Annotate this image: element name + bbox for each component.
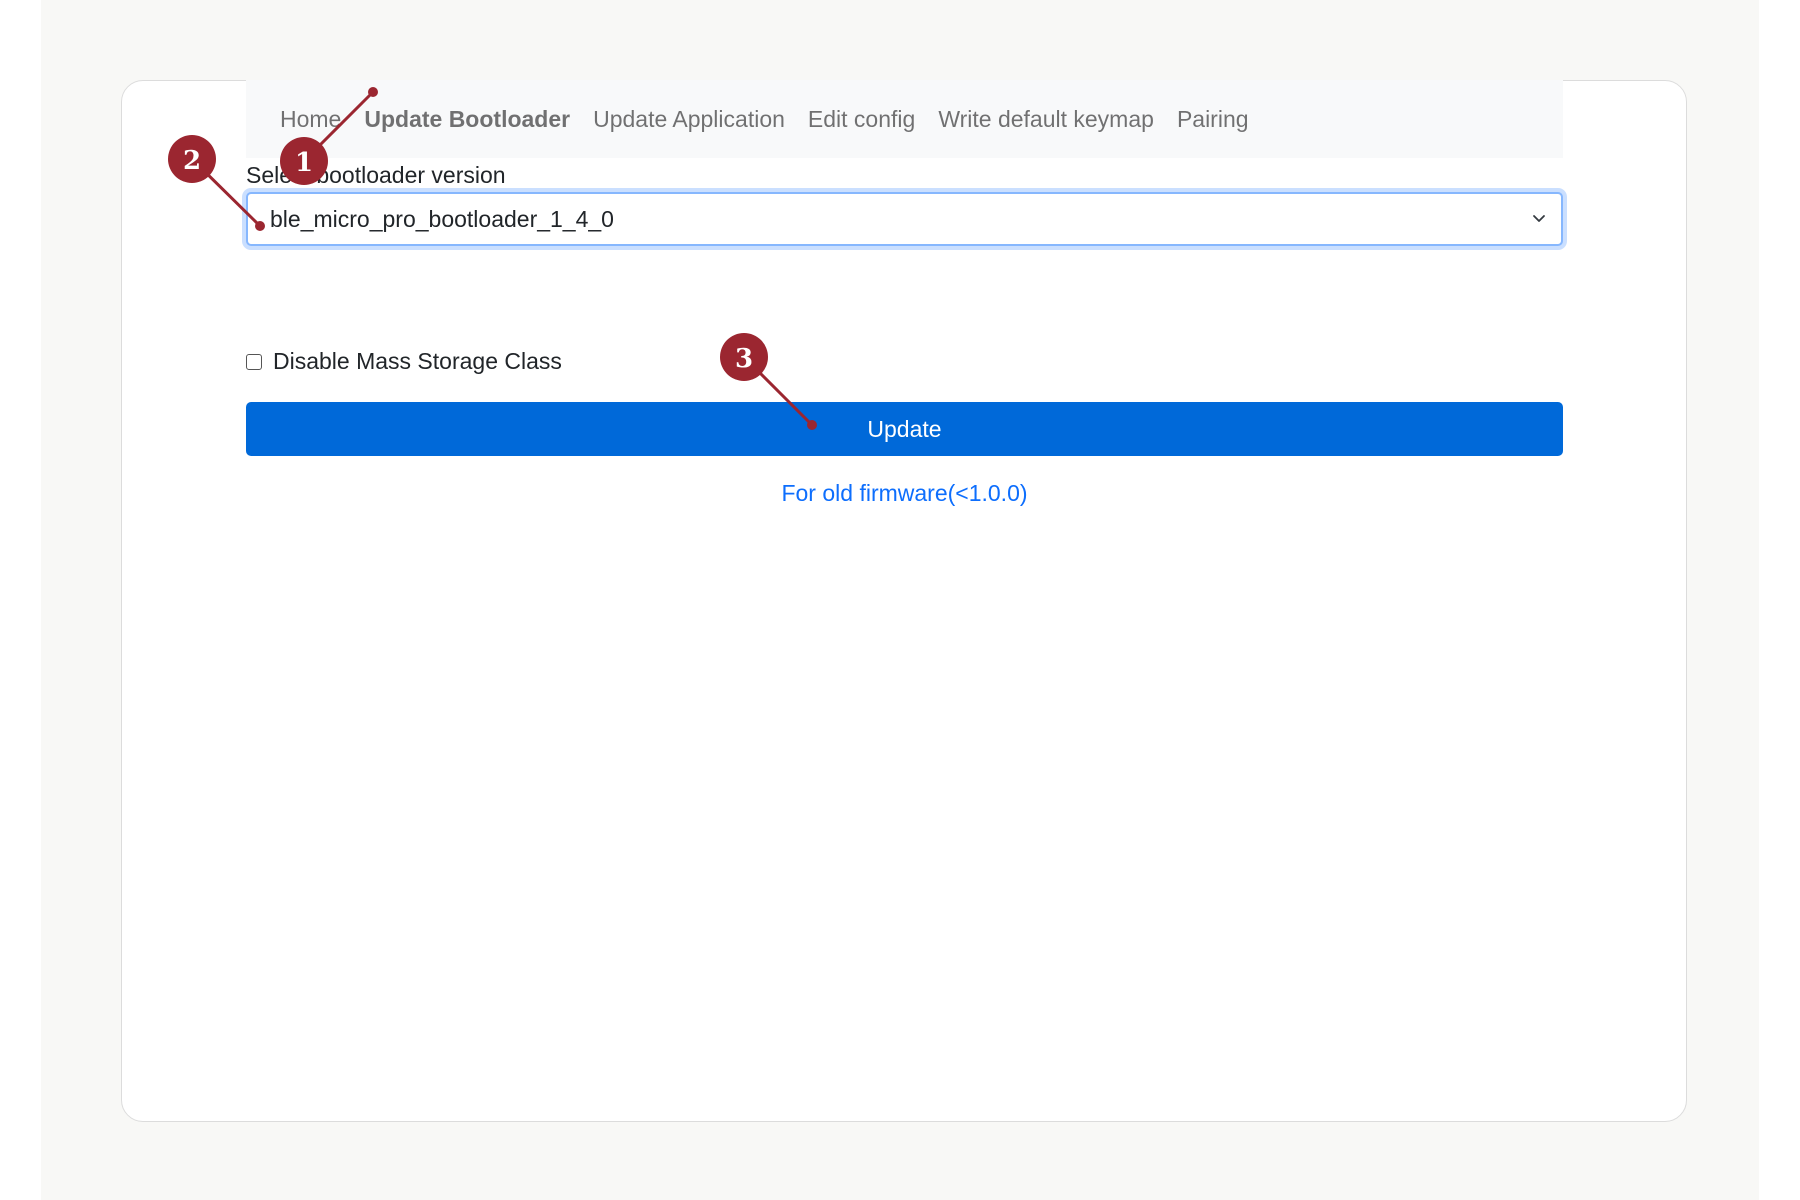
update-button[interactable]: Update bbox=[246, 402, 1563, 456]
mass-storage-checkbox-row: Disable Mass Storage Class bbox=[246, 348, 562, 375]
bootloader-version-value: ble_micro_pro_bootloader_1_4_0 bbox=[270, 205, 614, 232]
nav-update-bootloader[interactable]: Update Bootloader bbox=[364, 106, 570, 133]
bootloader-version-select[interactable]: ble_micro_pro_bootloader_1_4_0 bbox=[246, 192, 1563, 246]
navbar: Home Update Bootloader Update Applicatio… bbox=[246, 80, 1563, 158]
old-firmware-link[interactable]: For old firmware(<1.0.0) bbox=[246, 480, 1563, 507]
nav-edit-config[interactable]: Edit config bbox=[808, 106, 915, 133]
bootloader-version-label: Select bootloader version bbox=[246, 162, 506, 188]
nav-home[interactable]: Home bbox=[280, 106, 341, 133]
chevron-down-icon bbox=[1533, 215, 1545, 222]
nav-update-application[interactable]: Update Application bbox=[593, 106, 785, 133]
disable-mass-storage-checkbox[interactable] bbox=[246, 353, 262, 370]
disable-mass-storage-label[interactable]: Disable Mass Storage Class bbox=[273, 348, 562, 375]
nav-pairing[interactable]: Pairing bbox=[1177, 106, 1249, 133]
nav-write-default-keymap[interactable]: Write default keymap bbox=[938, 106, 1154, 133]
